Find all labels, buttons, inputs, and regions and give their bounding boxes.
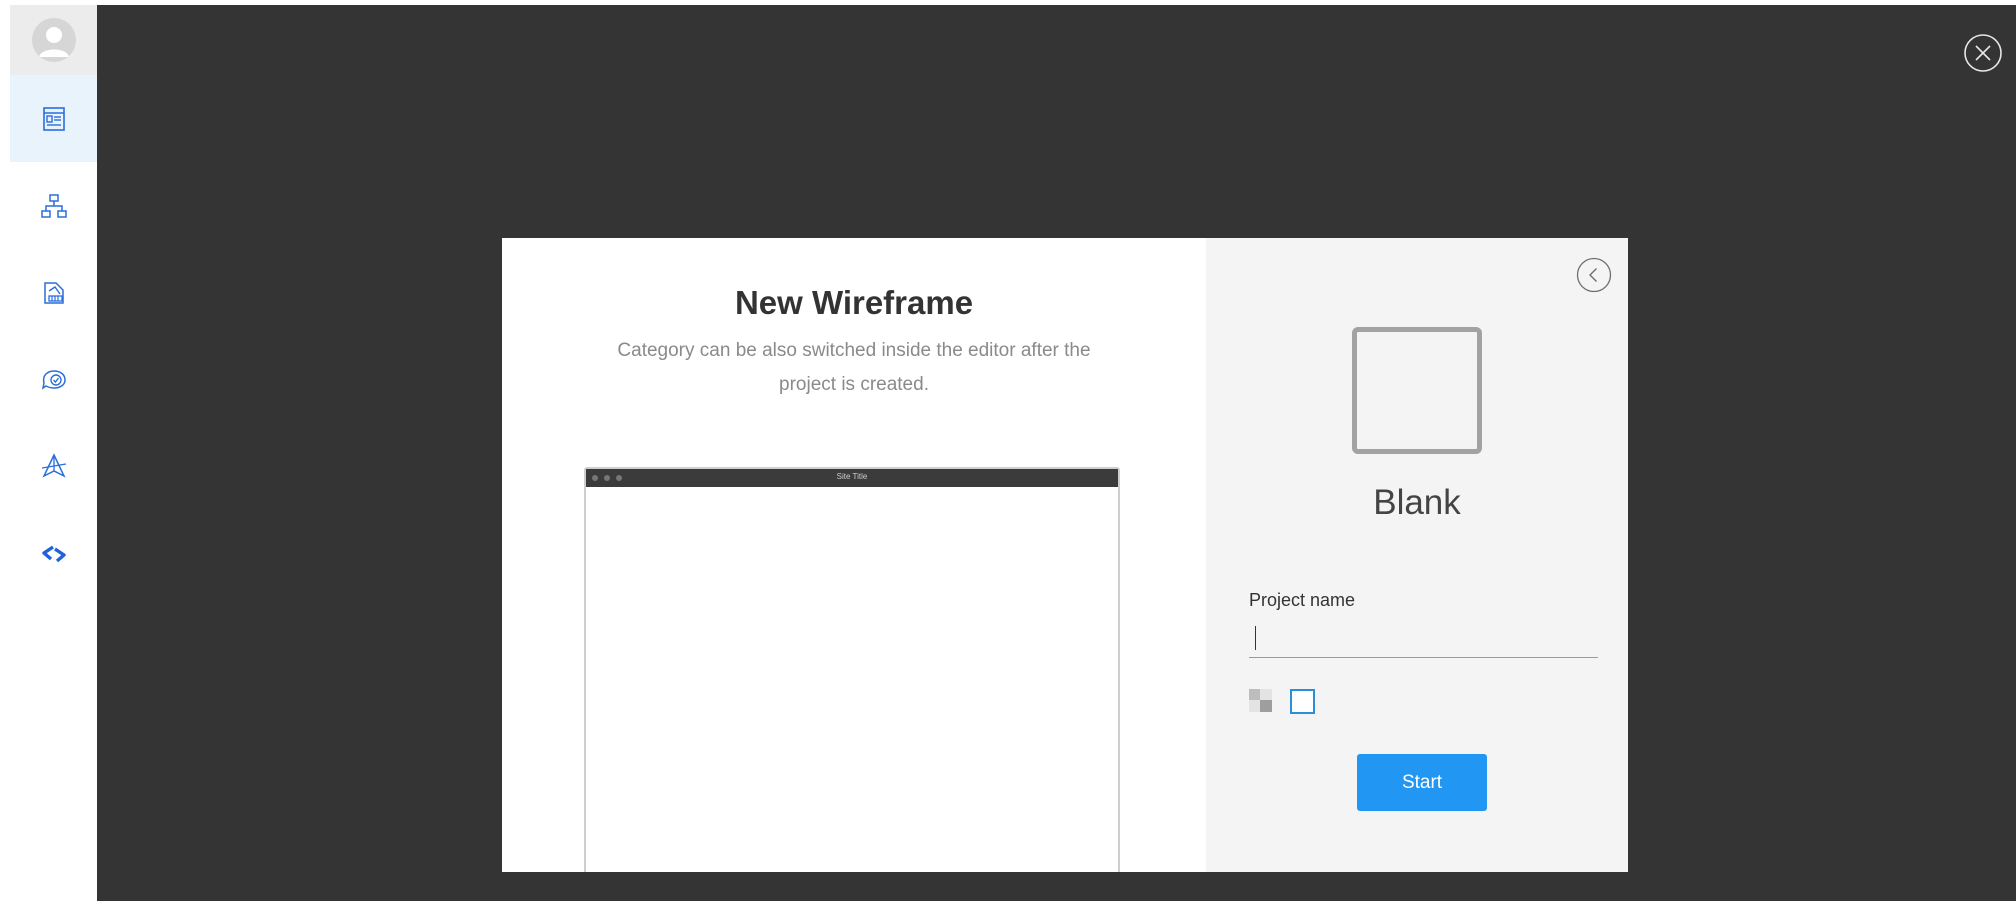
start-button[interactable]: Start [1357, 754, 1487, 811]
chat-check-icon [41, 369, 66, 390]
sidebar-item-design[interactable] [10, 249, 97, 336]
text-caret [1255, 626, 1256, 650]
dialog-right-panel: Blank Project name Start [1206, 238, 1628, 872]
sidebar [10, 5, 97, 901]
blank-template-thumbnail [1352, 327, 1482, 454]
template-name: Blank [1373, 483, 1461, 522]
dialog-left-panel: New Wireframe Category can be also switc… [502, 238, 1206, 872]
chevron-left-icon[interactable] [1576, 257, 1612, 293]
pen-tool-icon [41, 452, 66, 478]
wireframe-layout-icon [42, 106, 65, 131]
background-white-option[interactable] [1290, 689, 1315, 714]
sidebar-item-code[interactable] [10, 510, 97, 597]
dialog-subtitle: Category can be also switched inside the… [617, 340, 1091, 395]
sidebar-item-vector[interactable] [10, 423, 97, 510]
sitemap-icon [40, 193, 67, 218]
project-name-label: Project name [1249, 590, 1356, 610]
app: New Wireframe Category can be also switc… [0, 0, 2016, 901]
sidebar-item-wireframe[interactable] [10, 75, 97, 162]
template-preview: Site Title [584, 467, 1120, 872]
sidebar-item-sitemap[interactable] [10, 162, 97, 249]
preview-browser-bar: Site Title [586, 469, 1118, 487]
avatar-container[interactable] [10, 5, 97, 75]
design-palette-icon [43, 281, 64, 304]
sidebar-item-feedback[interactable] [10, 336, 97, 423]
dialog-title: New Wireframe [734, 284, 974, 321]
new-wireframe-dialog: New Wireframe Category can be also switc… [502, 238, 1628, 872]
project-name-input[interactable] [1249, 618, 1598, 658]
close-icon[interactable] [1963, 33, 2003, 73]
user-avatar-icon[interactable] [31, 18, 76, 62]
preview-site-title: Site Title [836, 472, 868, 481]
code-brackets-icon [41, 545, 66, 562]
background-transparent-option[interactable] [1249, 689, 1272, 712]
